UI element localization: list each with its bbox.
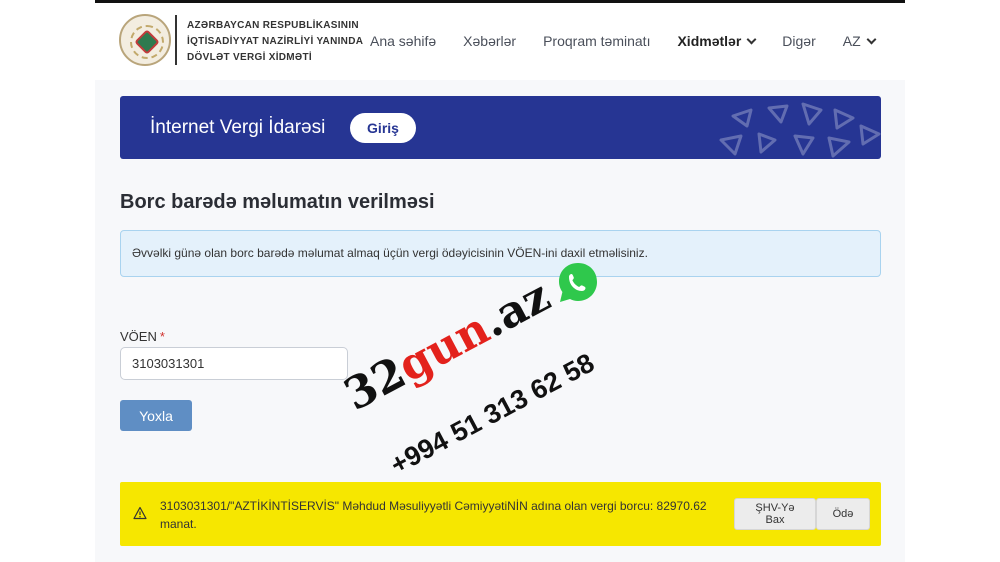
logo-divider	[175, 15, 177, 65]
nav-item-home[interactable]: Ana səhifə	[370, 33, 436, 49]
nav-label: Xəbərlər	[463, 33, 517, 49]
login-button[interactable]: Giriş	[350, 113, 416, 143]
org-name[interactable]: AZƏRBAYCAN RESPUBLİKASININ İQTİSADİYYAT …	[187, 18, 377, 66]
ornament-pattern-icon	[719, 102, 881, 158]
org-name-line: İQTİSADİYYAT NAZİRLİYİ YANINDA	[187, 36, 364, 47]
banner-title: İnternet Vergi İdarəsi	[150, 117, 326, 138]
pay-button[interactable]: Ödə	[816, 498, 870, 530]
info-alert: Əvvəlki günə olan borc barədə məlumat al…	[120, 230, 881, 277]
nav-label: Xidmətlər	[677, 33, 742, 49]
warning-icon	[133, 506, 147, 520]
nav-label: Ana səhifə	[370, 33, 437, 49]
nav-label: Proqram təminatı	[543, 33, 651, 49]
service-banner: İnternet Vergi İdarəsi Giriş	[120, 96, 881, 159]
main-content: İnternet Vergi İdarəsi Giriş Borc barədə…	[95, 80, 905, 562]
nav-label: Digər	[782, 33, 816, 49]
chevron-down-icon	[866, 34, 877, 44]
debt-result-text: 3103031301/"AZTİKİNTİSERVİS" Məhdud Məsu…	[160, 499, 707, 531]
info-text: Əvvəlki günə olan borc barədə məlumat al…	[132, 246, 648, 260]
org-name-line: DÖVLƏT VERGİ XİDMƏTİ	[187, 52, 312, 63]
nav-label: AZ	[842, 33, 861, 49]
required-mark: *	[159, 329, 165, 344]
view-shv-button[interactable]: ŞHV-Yə Bax	[734, 498, 816, 530]
site-header: AZƏRBAYCAN RESPUBLİKASININ İQTİSADİYYAT …	[95, 3, 905, 80]
nav-item-other[interactable]: Digər	[782, 33, 815, 49]
debt-result-alert: 3103031301/"AZTİKİNTİSERVİS" Məhdud Məsu…	[120, 482, 881, 546]
language-selector[interactable]: AZ	[842, 33, 877, 49]
org-name-line: AZƏRBAYCAN RESPUBLİKASININ	[187, 20, 359, 31]
page-title: Borc barədə məlumatın verilməsi	[120, 191, 435, 213]
emblem-logo-icon[interactable]	[119, 14, 171, 66]
check-button[interactable]: Yoxla	[120, 400, 192, 431]
voen-input[interactable]	[120, 347, 348, 380]
nav-item-news[interactable]: Xəbərlər	[463, 33, 516, 49]
nav-item-software[interactable]: Proqram təminatı	[543, 33, 650, 49]
main-nav: Ana səhifə Xəbərlər Proqram təminatı Xid…	[370, 31, 902, 51]
voen-label: VÖEN *	[120, 329, 165, 344]
nav-item-services[interactable]: Xidmətlər	[677, 33, 757, 49]
voen-label-text: VÖEN	[120, 329, 157, 344]
chevron-down-icon	[746, 34, 757, 44]
